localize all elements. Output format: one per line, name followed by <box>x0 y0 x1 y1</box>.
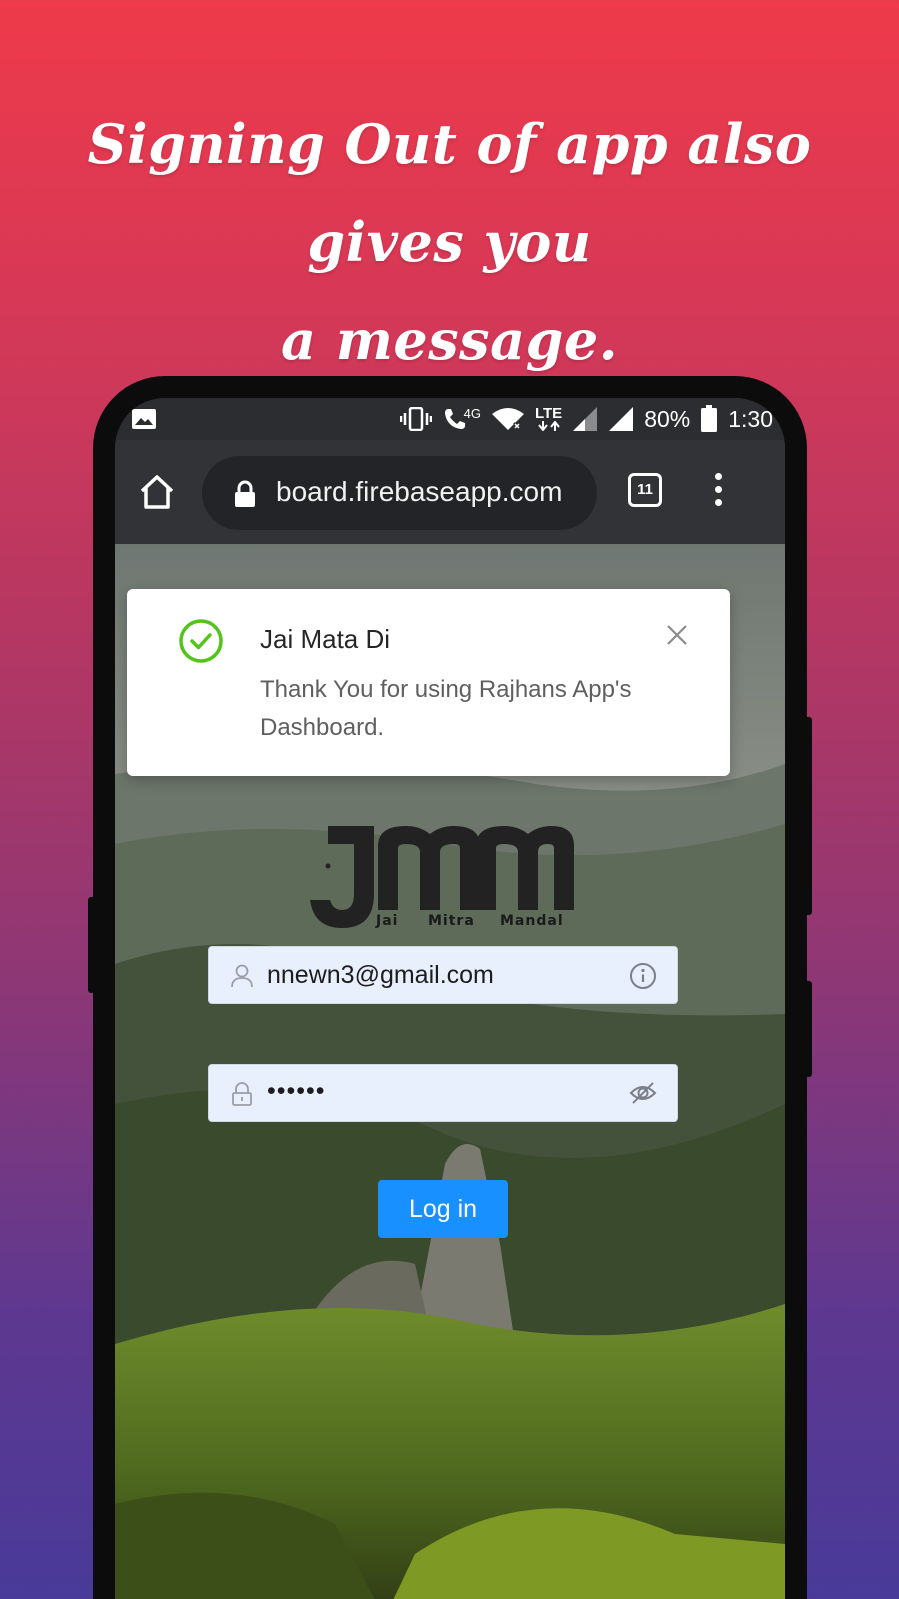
signal-icon <box>572 406 598 432</box>
home-icon[interactable] <box>137 472 177 512</box>
check-circle-icon <box>178 618 224 669</box>
password-field[interactable]: •••••• <box>208 1064 678 1122</box>
lock-icon <box>234 480 256 513</box>
headline-line-1: Signing Out of app also gives you <box>87 112 812 274</box>
clock: 1:30 <box>728 405 773 432</box>
more-vert-icon[interactable] <box>708 470 728 514</box>
headline-line-2: a message. <box>281 308 618 372</box>
notification-message: Thank You for using Rajhans App's Dashbo… <box>260 676 632 741</box>
signal-icon <box>608 406 634 432</box>
notification-toast: Jai Mata Di Thank You for using Rajhans … <box>127 589 730 776</box>
wifi-icon <box>491 407 525 431</box>
notification-title: Jai Mata Di <box>260 624 391 654</box>
network-badge: 4G <box>463 406 481 421</box>
tabs-icon[interactable]: 11 <box>628 473 662 507</box>
login-button[interactable]: Log in <box>378 1180 508 1238</box>
lock-icon <box>231 1082 253 1111</box>
phone-screen: 4G LTE 80% 1:30 board.firebaseapp.com 11… <box>115 398 785 1599</box>
address-bar[interactable]: board.firebaseapp.com <box>202 456 597 530</box>
vibrate-icon <box>399 407 432 431</box>
url-text: board.firebaseapp.com <box>276 476 563 507</box>
lte-data-icon: LTE <box>534 405 563 431</box>
gallery-icon <box>131 408 157 435</box>
email-value: nnewn3@gmail.com <box>267 961 494 989</box>
close-icon[interactable] <box>666 624 688 651</box>
status-icons: 4G LTE 80% 1:30 <box>399 404 773 434</box>
lte-label: LTE <box>534 405 563 422</box>
tab-count: 11 <box>637 481 653 498</box>
battery-percent: 80% <box>644 405 691 432</box>
phone-frame: 4G LTE 80% 1:30 board.firebaseapp.com 11… <box>93 376 807 1599</box>
user-icon <box>231 964 253 993</box>
logo-word-mitra: Mitra <box>428 913 475 929</box>
eye-off-icon[interactable] <box>629 1080 657 1111</box>
battery-icon <box>700 405 718 433</box>
email-field[interactable]: nnewn3@gmail.com <box>208 946 678 1004</box>
password-value: •••••• <box>267 1077 326 1105</box>
volte-call-icon: 4G <box>442 406 481 432</box>
web-page: Jai Mata Di Thank You for using Rajhans … <box>115 544 785 1599</box>
info-icon[interactable] <box>629 962 657 995</box>
promo-headline: Signing Out of app also gives you a mess… <box>0 95 899 389</box>
jmm-logo: Jai Mitra Mandal <box>308 824 576 939</box>
logo-word-mandal: Mandal <box>500 913 564 929</box>
status-bar: 4G LTE 80% 1:30 <box>115 398 785 440</box>
logo-word-jai: Jai <box>375 913 398 929</box>
browser-toolbar: board.firebaseapp.com 11 <box>115 440 785 544</box>
